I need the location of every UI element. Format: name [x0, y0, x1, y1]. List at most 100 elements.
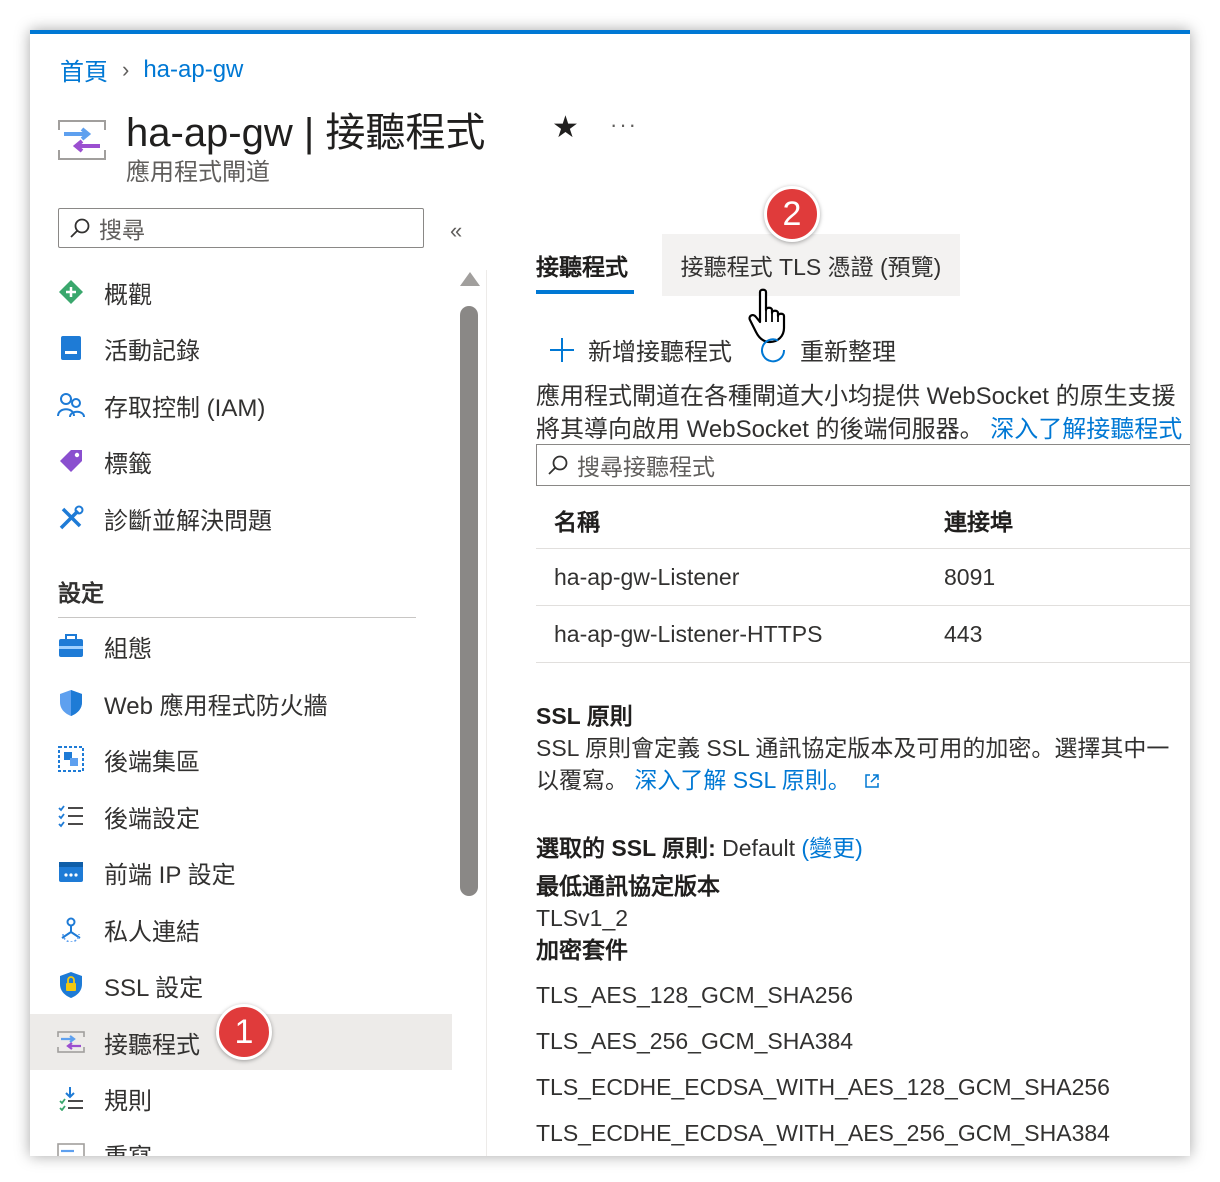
refresh-icon [761, 337, 786, 362]
sidebar-search-placeholder: 搜尋 [99, 217, 145, 243]
portal-frame: 首頁 › ha-ap-gw ha-ap-gw | 接聽程式 應用程式閘道 ★ ·… [30, 30, 1190, 1156]
sidebar-item-diagnose[interactable]: 診斷並解決問題 [30, 490, 452, 546]
configuration-icon [56, 631, 86, 661]
table-header-row: 名稱 連接埠 [536, 492, 1190, 549]
breadcrumb-separator: › [122, 56, 130, 82]
cipher-suite-item: TLS_ECDHE_ECDSA_WITH_AES_128_GCM_SHA256 [536, 1074, 1110, 1100]
listener-port-cell: 8091 [944, 563, 996, 590]
sidebar-item-overview[interactable]: 概觀 [30, 264, 452, 320]
breadcrumb-current-link[interactable]: ha-ap-gw [143, 56, 243, 84]
sidebar-search-input[interactable]: 搜尋 [58, 208, 424, 248]
sidebar-item-label: 後端集區 [104, 748, 200, 776]
sidebar-item-waf[interactable]: Web 應用程式防火牆 [30, 675, 452, 731]
sidebar-item-rules[interactable]: 規則 [30, 1070, 452, 1126]
add-listener-label: 新增接聽程式 [588, 339, 732, 366]
waf-shield-icon [56, 688, 86, 718]
column-header-port[interactable]: 連接埠 [944, 503, 1190, 537]
search-icon [548, 455, 568, 475]
step-badge-2: 2 [764, 186, 820, 242]
sidebar-item-iam[interactable]: 存取控制 (IAM) [30, 377, 452, 433]
listeners-table: 名稱 連接埠 ha-ap-gw-Listener 8091 ha-ap-gw-L… [536, 492, 1190, 663]
sidebar-item-label: 接聽程式 [104, 1031, 200, 1059]
sidebar-item-label: 前端 IP 設定 [104, 861, 236, 889]
sidebar-item-label: 活動記錄 [104, 337, 200, 365]
tab-listener-tls-certificates[interactable]: 接聽程式 TLS 憑證 (預覽) [662, 234, 960, 296]
change-ssl-policy-link[interactable]: (變更) [801, 835, 862, 861]
sidebar-item-label: 組態 [104, 635, 152, 663]
command-bar: 新增接聽程式 重新整理 [548, 332, 922, 367]
learn-more-listeners-link[interactable]: 深入了解接聽程式 [990, 416, 1182, 443]
external-link-icon [865, 774, 879, 788]
tab-listeners[interactable]: 接聽程式 [536, 248, 628, 282]
listeners-description: 應用程式閘道在各種閘道大小均提供 WebSocket 的原生支援 將其導向啟用 … [536, 380, 1190, 446]
sidebar-item-configuration[interactable]: 組態 [30, 618, 452, 674]
search-icon [70, 218, 90, 238]
sidebar-item-label: 重寫 [104, 1137, 152, 1157]
selected-ssl-policy-value: Default [722, 835, 796, 861]
step-badge-1: 1 [216, 1004, 272, 1060]
listener-search-placeholder: 搜尋接聽程式 [577, 454, 715, 480]
breadcrumb-home-link[interactable]: 首頁 [60, 52, 108, 87]
min-protocol-value: TLSv1_2 [536, 905, 629, 931]
sidebar-item-label: 標籤 [104, 450, 152, 478]
page-subtitle: 應用程式閘道 [126, 159, 270, 186]
tag-icon [56, 446, 86, 476]
scroll-up-arrow-icon[interactable] [460, 272, 480, 286]
listener-search-input[interactable]: 搜尋接聽程式 [536, 444, 1190, 486]
ssl-policy-heading: SSL 原則 [536, 703, 633, 729]
pane-divider [486, 270, 487, 1156]
sidebar-item-label: 私人連結 [104, 918, 200, 946]
table-row[interactable]: ha-ap-gw-Listener 8091 [536, 549, 1190, 606]
sidebar-item-backend-settings[interactable]: 後端設定 [30, 788, 452, 844]
sidebar-item-label: 後端設定 [104, 805, 200, 833]
refresh-label: 重新整理 [800, 339, 896, 366]
active-tab-underline [536, 290, 634, 294]
cipher-suite-item: TLS_ECDHE_ECDSA_WITH_AES_256_GCM_SHA384 [536, 1120, 1110, 1146]
listener-name-cell[interactable]: ha-ap-gw-Listener [536, 564, 944, 591]
collapse-sidebar-icon[interactable]: « [450, 218, 462, 244]
tab-label: 接聽程式 TLS 憑證 (預覽) [680, 254, 942, 280]
ssl-policy-section: SSL 原則 SSL 原則會定義 SSL 通訊協定版本及可用的加密。選擇其中一 … [536, 700, 1190, 966]
sidebar-item-frontend-ip[interactable]: 前端 IP 設定 [30, 844, 452, 900]
listener-name-cell[interactable]: ha-ap-gw-Listener-HTTPS [536, 621, 944, 648]
more-options-icon[interactable]: ··· [610, 112, 638, 138]
listener-port-cell: 443 [944, 620, 983, 647]
table-row[interactable]: ha-ap-gw-Listener-HTTPS 443 [536, 606, 1190, 663]
rewrite-icon [56, 1139, 86, 1156]
refresh-button[interactable]: 重新整理 [758, 332, 896, 367]
sidebar-item-private-link[interactable]: 私人連結 [30, 901, 452, 957]
sidebar-item-label: 規則 [104, 1087, 152, 1115]
frontend-ip-icon [56, 857, 86, 887]
min-protocol-label: 最低通訊協定版本 [536, 873, 720, 899]
diagnose-icon [56, 503, 86, 533]
learn-more-ssl-link[interactable]: 深入了解 SSL 原則。 [634, 767, 881, 793]
favorite-star-icon[interactable]: ★ [552, 110, 579, 145]
sidebar-item-label: Web 應用程式防火牆 [104, 692, 328, 720]
learn-more-ssl-label: 深入了解 SSL 原則。 [634, 767, 851, 793]
sidebar-item-label: SSL 設定 [104, 974, 204, 1002]
sidebar-scrollbar-thumb[interactable] [460, 306, 478, 896]
iam-icon [56, 390, 86, 420]
sidebar-item-rewrite[interactable]: 重寫 [30, 1126, 452, 1156]
backend-settings-icon [56, 801, 86, 831]
cipher-suite-item: TLS_AES_128_GCM_SHA256 [536, 982, 854, 1008]
plus-icon [550, 337, 574, 362]
column-header-name[interactable]: 名稱 [536, 503, 944, 537]
selected-ssl-policy-label: 選取的 SSL 原則: [536, 835, 716, 861]
overview-icon [56, 277, 86, 307]
sidebar-item-tags[interactable]: 標籤 [30, 433, 452, 489]
settings-section-header: 設定 [58, 580, 104, 606]
cipher-suite-item: TLS_AES_256_GCM_SHA384 [536, 1028, 854, 1054]
rules-icon [56, 1083, 86, 1113]
page-title: ha-ap-gw | 接聽程式 [126, 111, 486, 155]
sidebar-item-activity-log[interactable]: 活動記錄 [30, 320, 452, 376]
breadcrumb: 首頁 › ha-ap-gw [60, 52, 243, 87]
cipher-suites-label: 加密套件 [536, 937, 628, 963]
sidebar-item-backend-pool[interactable]: 後端集區 [30, 731, 452, 787]
activity-log-icon [56, 333, 86, 363]
description-line-2: 將其導向啟用 WebSocket 的後端伺服器。 [536, 416, 984, 443]
description-line-1: 應用程式閘道在各種閘道大小均提供 WebSocket 的原生支援 [536, 383, 1176, 410]
application-gateway-icon [58, 120, 106, 160]
ssl-desc-line-1: SSL 原則會定義 SSL 通訊協定版本及可用的加密。選擇其中一 [536, 735, 1170, 761]
add-listener-button[interactable]: 新增接聽程式 [548, 332, 732, 367]
